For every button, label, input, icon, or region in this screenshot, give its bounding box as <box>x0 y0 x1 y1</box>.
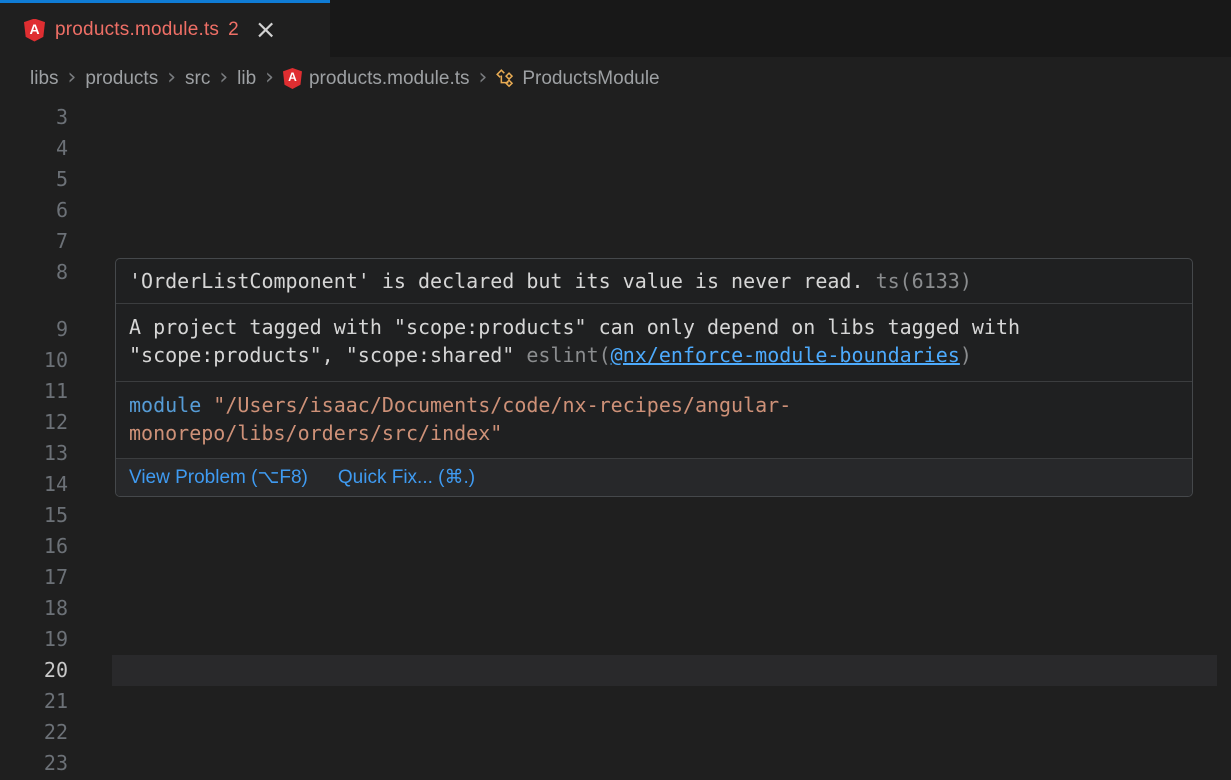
eslint-rule-link[interactable]: @nx/enforce-module-boundaries <box>611 343 960 367</box>
line-number: 15 <box>0 500 68 531</box>
line-number: 5 <box>0 164 68 195</box>
hover-module-path: module "/Users/isaac/Documents/code/nx-r… <box>116 382 1192 459</box>
breadcrumb-item-products-module-ts[interactable]: products.module.ts <box>283 68 470 90</box>
error-hover-popup: 'OrderListComponent' is declared but its… <box>115 258 1193 497</box>
line-number: 8 <box>0 257 68 288</box>
code-line-6[interactable]: 6 <box>0 195 1231 226</box>
line-number: 9 <box>0 314 68 345</box>
line-number: 12 <box>0 407 68 438</box>
chevron-right-icon: › <box>68 65 77 90</box>
breadcrumb-item-libs[interactable]: libs <box>30 68 59 90</box>
code-line-5[interactable]: 5 <box>0 164 1231 195</box>
chevron-right-icon: › <box>219 65 228 90</box>
code-line-15[interactable]: 15 <box>0 500 1231 531</box>
module-path-line1: "/Users/isaac/Documents/code/nx-recipes/… <box>213 393 791 417</box>
breadcrumb-item-lib[interactable]: lib <box>237 68 256 90</box>
tab-title: products.module.ts <box>55 19 219 41</box>
line-number: 7 <box>0 226 68 257</box>
angular-logo-icon <box>283 68 302 89</box>
code-line-18[interactable]: 18 <box>0 593 1231 624</box>
line-number: 17 <box>0 562 68 593</box>
chevron-right-icon: › <box>265 65 274 90</box>
code-line-17[interactable]: 17 <box>0 562 1231 593</box>
eslint-source-open: eslint( <box>526 343 610 367</box>
hover-action-bar: View Problem (⌥F8) Quick Fix... (⌘.) <box>116 459 1192 496</box>
line-number: 3 <box>0 102 68 133</box>
breadcrumb-item-src[interactable]: src <box>185 68 210 90</box>
eslint-source-close: ) <box>960 343 972 367</box>
code-line-3[interactable]: 3 <box>0 102 1231 133</box>
code-line-19[interactable]: 19 <box>0 624 1231 655</box>
module-keyword: module <box>129 393 201 417</box>
line-number: 21 <box>0 686 68 717</box>
hover-ts-message: 'OrderListComponent' is declared but its… <box>116 259 1192 304</box>
line-number: 6 <box>0 195 68 226</box>
tab-problems-badge: 2 <box>228 19 239 41</box>
line-number: 11 <box>0 376 68 407</box>
ts-error-code: ts(6133) <box>876 269 972 293</box>
chevron-right-icon: › <box>479 65 488 90</box>
line-number: 13 <box>0 438 68 469</box>
hover-action-view[interactable]: View Problem (⌥F8) <box>129 466 308 489</box>
close-icon[interactable]: × <box>255 17 277 43</box>
code-line-20[interactable]: 20 <box>0 655 1231 686</box>
line-number: 18 <box>0 593 68 624</box>
code-line-23[interactable]: 23 <box>0 748 1231 779</box>
code-line-16[interactable]: 16 <box>0 531 1231 562</box>
eslint-text-line2: "scope:products", "scope:shared" <box>129 343 526 367</box>
breadcrumb: libs › products › src › lib › products.module.ts… <box>0 57 1231 100</box>
line-number: 10 <box>0 345 68 376</box>
chevron-right-icon: › <box>167 65 176 90</box>
line-number: 20 <box>0 655 68 686</box>
code-line-7[interactable]: 7 <box>0 226 1231 257</box>
code-editor[interactable]: 345678 91011121314151617181920212223 'Ord… <box>0 100 1231 780</box>
breadcrumb-item-productsmodule[interactable]: ProductsModule <box>496 68 659 90</box>
tab-bar: products.module.ts 2 × <box>0 0 1231 57</box>
eslint-text-line1: A project tagged with "scope:products" c… <box>129 315 1020 339</box>
line-number: 16 <box>0 531 68 562</box>
tab-products-module[interactable]: products.module.ts 2 × <box>0 0 330 57</box>
code-line-21[interactable]: 21 <box>0 686 1231 717</box>
breadcrumb-item-products[interactable]: products <box>85 68 158 90</box>
hover-eslint-message: A project tagged with "scope:products" c… <box>116 304 1192 382</box>
angular-logo-icon <box>24 19 45 42</box>
symbol-class-icon <box>496 69 515 88</box>
hover-action-quick[interactable]: Quick Fix... (⌘.) <box>338 466 475 489</box>
code-line-22[interactable]: 22 <box>0 717 1231 748</box>
code-line-4[interactable]: 4 <box>0 133 1231 164</box>
line-number: 22 <box>0 717 68 748</box>
line-number: 19 <box>0 624 68 655</box>
line-number: 14 <box>0 469 68 500</box>
ts-error-text: 'OrderListComponent' is declared but its… <box>129 269 864 293</box>
line-number: 4 <box>0 133 68 164</box>
module-path-line2: monorepo/libs/orders/src/index" <box>129 421 502 445</box>
line-number: 23 <box>0 748 68 779</box>
